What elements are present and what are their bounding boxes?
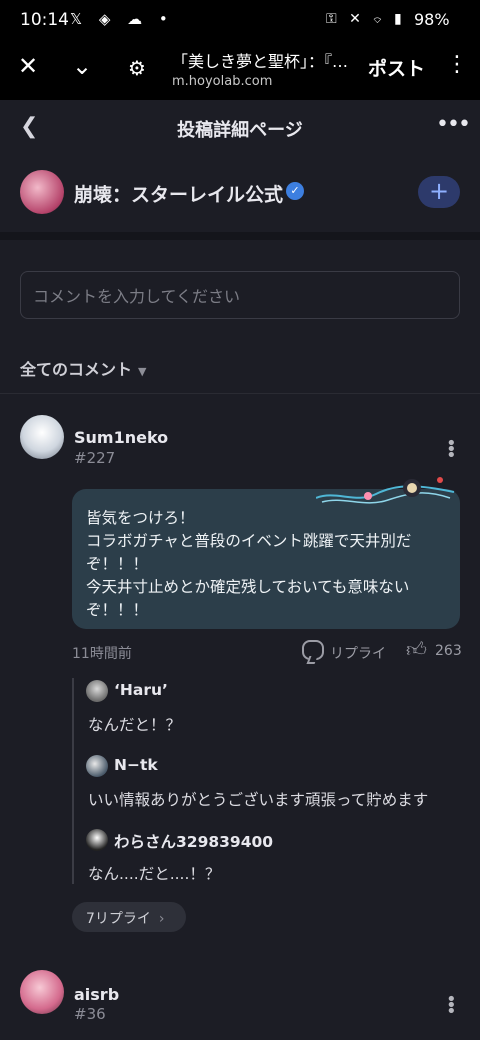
divider (0, 393, 480, 394)
comment-sort-label: 全てのコメント (20, 360, 133, 379)
reply-thread-line (72, 678, 74, 884)
account-name[interactable]: 崩壊：スターレイル公式 (74, 180, 283, 207)
caret-down-icon: ▼ (138, 365, 147, 378)
comment-text-line: 皆気をつけろ！ (86, 509, 195, 527)
follow-button[interactable]: + (418, 176, 460, 208)
browser-toolbar: ✕ ⌄ ⚙ 「美しき夢と聖杯」：『… m.hoyolab.com ポスト ⋮ (0, 44, 480, 100)
comment-sort-dropdown[interactable]: 全てのコメント ▼ (20, 356, 146, 380)
system-icons: ⚿ ✕ ⌔ ▮ (326, 11, 406, 27)
reply-text: なん....だと....！？ (88, 865, 221, 883)
status-time: 10:14 (20, 10, 69, 30)
comment-text-line: ぞ！！！ (86, 555, 149, 573)
reply-username[interactable]: わらさん329839400 (114, 830, 273, 852)
reply-avatar[interactable] (86, 829, 108, 851)
more-replies-label: 7リプライ (86, 911, 151, 927)
comment-menu-icon[interactable]: • • • (446, 991, 457, 1021)
reply-username[interactable]: N−tk (114, 756, 158, 774)
user-avatar[interactable] (20, 970, 64, 1014)
comment-username[interactable]: Sum1neko (74, 428, 168, 447)
comment-username[interactable]: aisrb (74, 985, 119, 1004)
reply-text: いい情報ありがとうございます頑張って貯めます (88, 791, 429, 809)
comment-text-line: コラボガチャと普段のイベント跳躍で天井別だ (86, 532, 412, 550)
reply-avatar[interactable] (86, 755, 108, 777)
chevron-down-icon[interactable]: ⌄ (72, 52, 92, 80)
reply-icon[interactable] (302, 640, 324, 660)
account-avatar[interactable] (20, 170, 64, 214)
post-button[interactable]: ポスト (368, 54, 425, 81)
page-title: 「美しき夢と聖杯」：『… (172, 52, 349, 71)
more-options-icon[interactable]: ••• (436, 112, 471, 137)
section-divider (0, 232, 480, 240)
page-header: ❮ 投稿詳細ページ ••• (0, 100, 480, 156)
chevron-right-icon: › (158, 911, 165, 927)
close-icon[interactable]: ✕ (18, 52, 38, 80)
comment-text-line: 今天井寸止めとか確定残しておいても意味ない (86, 578, 410, 596)
comment-floor: #227 (74, 449, 116, 467)
header-title: 投稿詳細ページ (177, 120, 303, 141)
more-replies-button[interactable]: 7リプライ › (72, 902, 186, 932)
thumbs-up-icon[interactable]: 👍︎ (406, 637, 427, 662)
comment-timestamp: 11時間前 (72, 646, 132, 662)
site-settings-icon[interactable]: ⚙ (128, 56, 146, 80)
reply-avatar[interactable] (86, 680, 108, 702)
comment-menu-icon[interactable]: • • • (446, 435, 457, 465)
user-avatar[interactable] (20, 415, 64, 459)
like-count: 263 (435, 643, 462, 659)
page-url[interactable]: m.hoyolab.com (172, 74, 272, 89)
reply-button[interactable]: リプライ (330, 643, 386, 663)
reply-username[interactable]: ‘Haru’ (114, 681, 168, 699)
comment-input[interactable]: コメントを入力してください (20, 271, 460, 319)
account-row: 崩壊：スターレイル公式 ✓ + (0, 160, 480, 230)
status-bar: 10:14 𝕏 ◈ ☁ • ⚿ ✕ ⌔ ▮ 98% (0, 0, 480, 44)
bubble-decoration-icon (316, 477, 455, 504)
battery-level: 98% (414, 10, 450, 29)
verified-icon: ✓ (286, 182, 304, 200)
menu-icon[interactable]: ⋮ (446, 52, 468, 77)
comment-floor: #36 (74, 1005, 106, 1023)
reply-text: なんだと！？ (88, 716, 182, 734)
comment-text-line: ぞ！！！ (86, 601, 149, 619)
comment-bubble: 皆気をつけろ！ コラボガチャと普段のイベント跳躍で天井別だ ぞ！！！ 今天井寸止… (72, 489, 460, 629)
notification-icons: 𝕏 ◈ ☁ • (70, 10, 174, 28)
